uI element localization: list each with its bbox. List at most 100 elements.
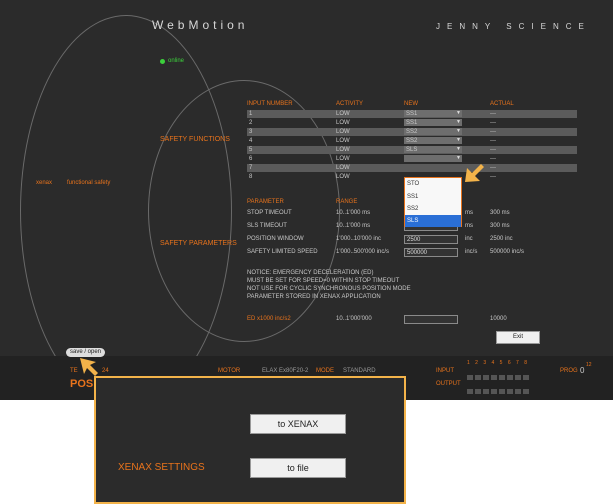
header-input-number: INPUT NUMBER bbox=[247, 101, 293, 107]
safety-parameters-title: SAFETY PARAMETERS bbox=[160, 240, 237, 247]
activity-value: LOW bbox=[336, 147, 350, 153]
motor-label: MOTOR bbox=[218, 368, 241, 374]
activity-value: LOW bbox=[336, 138, 350, 144]
input-label: INPUT bbox=[436, 368, 454, 374]
input-number: 3 bbox=[249, 129, 253, 135]
input-number: 8 bbox=[249, 174, 253, 180]
pointer-arrow-icon bbox=[80, 358, 98, 376]
notice-text: NOTICE: EMERGENCY DECELERATION (ED) MUST… bbox=[247, 269, 411, 301]
parameter-name: STOP TIMEOUT bbox=[247, 210, 292, 216]
header-parameter: PARAMETER bbox=[247, 199, 284, 205]
dropdown-option-sto[interactable]: STO bbox=[405, 178, 461, 191]
input-numbers: 1 2 3 4 5 6 7 8 bbox=[467, 360, 529, 366]
new-function-value[interactable]: SS2 bbox=[406, 128, 417, 136]
prog-superscript: 12 bbox=[586, 362, 592, 368]
parameter-range: 10..1'000 ms bbox=[336, 223, 371, 229]
prog-value: 0 bbox=[580, 366, 585, 375]
new-function-value[interactable]: SLS bbox=[406, 146, 417, 154]
dropdown-option-sls[interactable]: SLS bbox=[405, 215, 461, 227]
parameter-actual: 500000 inc/s bbox=[490, 249, 525, 255]
parameter-range: 1'000..500'000 inc/s bbox=[336, 249, 389, 255]
webmotion-app: WebMotion JENNY SCIENCE online xenax fun… bbox=[0, 0, 613, 400]
dropdown-option-ss2[interactable]: SS2 bbox=[405, 203, 461, 215]
notice-line: MUST BE SET FOR SPEED=0 WITHIN STOP TIME… bbox=[247, 278, 400, 284]
actual-value: --- bbox=[490, 129, 496, 135]
chevron-down-icon[interactable]: ▼ bbox=[456, 155, 461, 161]
decorative-arc-right bbox=[148, 80, 340, 342]
parameter-unit: inc/s bbox=[465, 249, 478, 255]
prog-label: PROG bbox=[560, 368, 578, 374]
new-function-value[interactable]: SS1 bbox=[406, 110, 417, 118]
activity-value: LOW bbox=[336, 156, 350, 162]
pos-label: POS bbox=[70, 378, 94, 390]
parameter-actual: 300 ms bbox=[490, 223, 510, 229]
webmotion-logo: WebMotion bbox=[152, 18, 249, 32]
parameter-unit: ms bbox=[465, 223, 473, 229]
pointer-arrow-icon bbox=[465, 164, 484, 182]
parameter-unit: ms bbox=[465, 210, 473, 216]
activity-value: LOW bbox=[336, 165, 350, 171]
output-indicators bbox=[467, 381, 531, 399]
ed-label: ED x1000 inc/s2 bbox=[247, 316, 291, 322]
te-label: TE bbox=[70, 368, 78, 374]
actual-value: --- bbox=[490, 165, 496, 171]
nav-functional-safety[interactable]: functional safety bbox=[67, 180, 110, 186]
mode-value: STANDARD bbox=[343, 368, 376, 374]
actual-value: --- bbox=[490, 147, 496, 153]
actual-value: --- bbox=[490, 138, 496, 144]
parameter-input[interactable]: 500000 bbox=[404, 248, 458, 257]
new-function-value[interactable]: SS1 bbox=[406, 119, 417, 127]
notice-line: PARAMETER STORED IN XENAX APPLICATION bbox=[247, 294, 381, 300]
actual-value: --- bbox=[490, 111, 496, 117]
input-number: 7 bbox=[249, 165, 253, 171]
chevron-down-icon[interactable]: ▼ bbox=[456, 146, 461, 152]
activity-value: LOW bbox=[336, 174, 350, 180]
xenax-settings-title: XENAX SETTINGS bbox=[118, 462, 205, 473]
new-function-select[interactable] bbox=[404, 155, 462, 162]
exit-button[interactable]: Exit bbox=[496, 331, 540, 344]
chevron-down-icon[interactable]: ▼ bbox=[456, 128, 461, 134]
nav-xenax[interactable]: xenax bbox=[36, 180, 52, 186]
xenax-settings-panel: XENAX SETTINGS to XENAX to file bbox=[94, 376, 406, 504]
input-number: 4 bbox=[249, 138, 253, 144]
parameter-input[interactable]: 2500 bbox=[404, 235, 458, 244]
activity-value: LOW bbox=[336, 129, 350, 135]
actual-value: --- bbox=[490, 120, 496, 126]
input-number: 1 bbox=[249, 111, 253, 117]
te-value: 24 bbox=[102, 368, 109, 374]
chevron-down-icon[interactable]: ▼ bbox=[456, 110, 461, 116]
row-background bbox=[247, 164, 577, 172]
notice-line: NOTICE: EMERGENCY DECELERATION (ED) bbox=[247, 270, 374, 276]
ed-input[interactable] bbox=[404, 315, 458, 324]
input-number: 2 bbox=[249, 120, 253, 126]
header-actual: ACTUAL bbox=[490, 101, 514, 107]
chevron-down-icon[interactable]: ▼ bbox=[456, 137, 461, 143]
output-label: OUTPUT bbox=[436, 381, 461, 387]
parameter-actual: 300 ms bbox=[490, 210, 510, 216]
input-number: 6 bbox=[249, 156, 253, 162]
header-activity: ACTIVITY bbox=[336, 101, 364, 107]
to-file-button[interactable]: to file bbox=[250, 458, 346, 478]
online-status-label: online bbox=[168, 58, 185, 64]
ed-range: 10..1'000'000 bbox=[336, 316, 372, 322]
actual-value: --- bbox=[490, 156, 496, 162]
jenny-science-logo: JENNY SCIENCE bbox=[436, 22, 591, 31]
safety-functions-title: SAFETY FUNCTIONS bbox=[160, 136, 230, 143]
new-function-value[interactable]: SS2 bbox=[406, 137, 417, 145]
to-xenax-button[interactable]: to XENAX bbox=[250, 414, 346, 434]
dropdown-option-ss1[interactable]: SS1 bbox=[405, 191, 461, 203]
actual-value: --- bbox=[490, 174, 496, 180]
ed-actual: 10000 bbox=[490, 316, 507, 322]
parameter-name: SLS TIMEOUT bbox=[247, 223, 287, 229]
parameter-range: 10..1'000 ms bbox=[336, 210, 371, 216]
chevron-down-icon[interactable]: ▼ bbox=[456, 119, 461, 125]
activity-value: LOW bbox=[336, 120, 350, 126]
new-function-dropdown[interactable]: STO SS1 SS2 SLS bbox=[404, 177, 462, 227]
header-range: RANGE bbox=[336, 199, 358, 205]
parameter-unit: inc bbox=[465, 236, 473, 242]
online-status-icon bbox=[160, 59, 165, 64]
motor-value: ELAX Ex80F20-2 bbox=[262, 368, 309, 374]
mode-label: MODE bbox=[316, 368, 334, 374]
parameter-range: 1'000..10'000 inc bbox=[336, 236, 381, 242]
notice-line: NOT USE FOR CYCLIC SYNCHRONOUS POSITION … bbox=[247, 286, 411, 292]
